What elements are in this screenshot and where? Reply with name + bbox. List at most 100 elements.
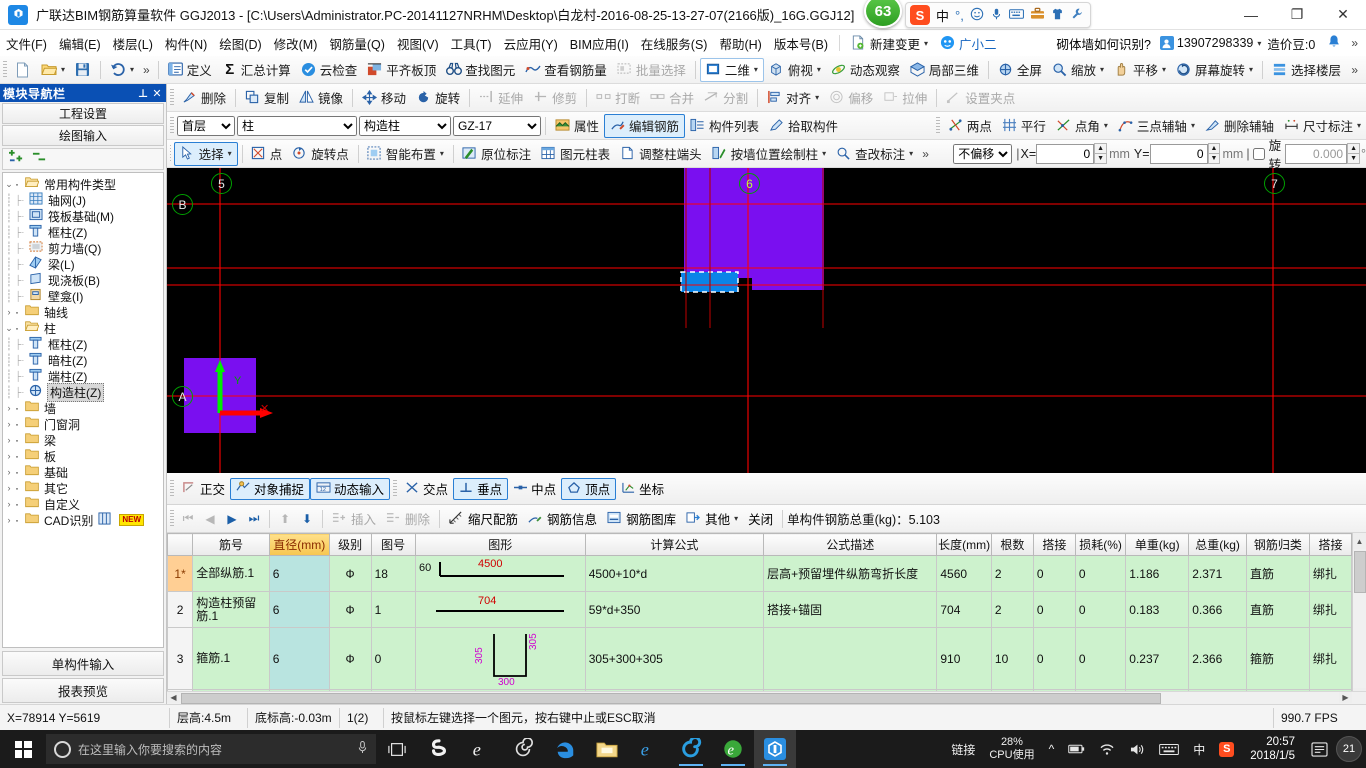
cell-shape-no[interactable]: 18 bbox=[370, 555, 416, 592]
tree-item-14[interactable]: › · 墙 bbox=[3, 400, 163, 416]
local-3d-button[interactable]: 局部三维 bbox=[905, 58, 984, 82]
scale-rebar-button[interactable]: 缩尺配筋 bbox=[444, 507, 523, 531]
toolbar-offset-grip[interactable] bbox=[935, 144, 937, 163]
rotate-point-button[interactable]: 旋转点 bbox=[287, 142, 354, 166]
table-row[interactable]: 3 箍筋.1 6 Ф 0 305 305 300 305+300+305 910 10 0 0 0.237… bbox=[167, 627, 1353, 690]
notification-bell-icon[interactable] bbox=[1321, 31, 1347, 55]
ie-icon-1[interactable]: e bbox=[460, 730, 502, 768]
th-total-weight[interactable]: 总重(kg) bbox=[1188, 533, 1247, 556]
cell-count[interactable]: 2 bbox=[990, 555, 1034, 592]
menu-online-service[interactable]: 在线服务(S) bbox=[635, 31, 714, 56]
spiral-icon[interactable] bbox=[502, 730, 544, 768]
top-view-chevron-down-icon[interactable]: ▾ bbox=[817, 65, 821, 74]
zoom-chevron-down-icon[interactable]: ▾ bbox=[1100, 65, 1104, 74]
minimize-button[interactable]: — bbox=[1228, 0, 1274, 30]
th-lap-type[interactable]: 搭接 bbox=[1308, 533, 1353, 556]
expand-all-icon[interactable] bbox=[8, 150, 25, 168]
tree-expander-icon[interactable]: ⌄ bbox=[3, 179, 15, 190]
th-shape-no[interactable]: 图号 bbox=[370, 533, 416, 556]
snap-ortho-button[interactable]: 正交 bbox=[177, 478, 230, 500]
draw-by-wall-chevron-down-icon[interactable]: ▾ bbox=[822, 149, 826, 158]
close-button[interactable]: ✕ bbox=[1320, 0, 1366, 30]
table-row[interactable]: 1* 全部纵筋.1 6 Ф 18 60 4500 4500+10*d 层高+预留埋件纵筋弯折长度… bbox=[167, 555, 1353, 592]
toolbar4-overflow-icon[interactable]: » bbox=[918, 147, 933, 161]
tree-item-8[interactable]: › · 轴线 bbox=[3, 304, 163, 320]
rotate-checkbox[interactable] bbox=[1252, 147, 1265, 160]
cell-loss[interactable]: 0 bbox=[1074, 591, 1127, 628]
snap-coordinate-button[interactable]: 坐标 bbox=[616, 478, 669, 500]
cell-diameter[interactable]: 6 bbox=[268, 555, 330, 592]
toolbar-modify-grip[interactable] bbox=[170, 88, 174, 107]
user-account[interactable]: 13907298339 ▾ bbox=[1159, 36, 1261, 50]
edit-rebar-button[interactable]: 编辑钢筋 bbox=[604, 113, 686, 138]
menu-cloud-app[interactable]: 云应用(Y) bbox=[498, 31, 564, 56]
tree-expander-icon[interactable]: › bbox=[3, 451, 15, 461]
cell-unit-weight[interactable]: 1.186 bbox=[1125, 555, 1190, 592]
cell-grade[interactable]: Ф bbox=[328, 627, 372, 690]
toolbar-component-grip[interactable] bbox=[170, 116, 174, 135]
nav-first-button[interactable]: ⏮ bbox=[177, 508, 199, 530]
cell-unit-weight[interactable]: 0.237 bbox=[1125, 627, 1190, 690]
menu-bim-app[interactable]: BIM应用(I) bbox=[564, 31, 635, 56]
rebar-library-button[interactable]: 钢筋图库 bbox=[602, 507, 681, 531]
cell-rebar-name[interactable]: 构造柱预留筋.1 bbox=[192, 591, 270, 628]
ie-icon-2[interactable]: e bbox=[628, 730, 670, 768]
cell-shape-no[interactable]: 1 bbox=[370, 591, 416, 628]
cell-count[interactable]: 2 bbox=[990, 591, 1034, 628]
cell-lap-type[interactable]: 绑扎 bbox=[1308, 627, 1353, 690]
dynamic-orbit-button[interactable]: 动态观察 bbox=[826, 58, 905, 82]
menu-file[interactable]: 文件(F) bbox=[0, 31, 53, 56]
property-button[interactable]: 属性 bbox=[550, 114, 604, 138]
report-preview-button[interactable]: 报表预览 bbox=[2, 678, 164, 703]
merge-button[interactable]: 合并 bbox=[645, 86, 699, 110]
select-tool-button[interactable]: 选择 ▾ bbox=[173, 141, 238, 166]
ime-keyboard-icon[interactable] bbox=[1008, 8, 1024, 23]
draw-column-by-wall-button[interactable]: 按墙位置绘制柱 ▾ bbox=[707, 142, 832, 166]
tree-item-18[interactable]: › · 基础 bbox=[3, 464, 163, 480]
toolbar-draw-grip[interactable] bbox=[170, 144, 171, 163]
ime-toolbox-icon[interactable] bbox=[1030, 7, 1045, 23]
y-input[interactable] bbox=[1149, 143, 1208, 164]
th-lap[interactable]: 搭接 bbox=[1032, 533, 1076, 556]
pick-component-button[interactable]: 拾取构件 bbox=[764, 114, 843, 138]
zoom-button[interactable]: 缩放 ▾ bbox=[1047, 58, 1109, 82]
th-length[interactable]: 长度(mm) bbox=[936, 533, 992, 556]
th-rebar-no[interactable]: 筋号 bbox=[192, 533, 270, 556]
chevron-down-icon[interactable]: ▾ bbox=[924, 39, 928, 48]
battery-icon[interactable] bbox=[1062, 730, 1091, 768]
cell-lap[interactable]: 0 bbox=[1032, 591, 1076, 628]
th-shape[interactable]: 图形 bbox=[414, 533, 586, 556]
tree-item-9[interactable]: ⌄ · 柱 bbox=[3, 320, 163, 336]
th-grade[interactable]: 级别 bbox=[328, 533, 372, 556]
floor-select[interactable]: 首层 bbox=[177, 115, 235, 136]
cell-formula-desc[interactable]: 搭接+锚固 bbox=[763, 591, 938, 628]
undo-button[interactable]: ▾ bbox=[105, 58, 139, 82]
toolbar-offset-grip2[interactable] bbox=[949, 144, 951, 163]
cell-row-number[interactable]: 1* bbox=[167, 555, 194, 592]
tree-expander-icon[interactable]: › bbox=[3, 515, 15, 525]
y-spinner[interactable]: ▲ ▼ bbox=[1207, 143, 1221, 164]
snap-dynamic-input-button[interactable]: 12 动态输入 bbox=[310, 477, 391, 500]
tree-item-19[interactable]: › · 其它 bbox=[3, 480, 163, 496]
snapbar-grip[interactable] bbox=[170, 479, 174, 498]
align-button[interactable]: 对齐 ▾ bbox=[762, 86, 824, 110]
adjust-column-end-button[interactable]: 调整柱端头 bbox=[615, 142, 707, 166]
tree-item-17[interactable]: › · 板 bbox=[3, 448, 163, 464]
maximize-button[interactable]: ❐ bbox=[1274, 0, 1320, 30]
nav-next-button[interactable]: ▶ bbox=[221, 508, 243, 530]
offset-button[interactable]: 偏移 bbox=[824, 86, 878, 110]
align-slab-top-button[interactable]: 平齐板顶 bbox=[362, 58, 441, 82]
toolbar-axis-grip[interactable] bbox=[935, 116, 940, 135]
component-tree[interactable]: ⌄ · 常用构件类型 ┊ ├· 轴网(J) ┊ ├· 筏板基础(M) ┊ ├· 框柱(Z) ┊ ├· 剪力墙… bbox=[2, 172, 164, 648]
cell-lap[interactable]: 0 bbox=[1032, 555, 1076, 592]
cell-grade[interactable]: Ф bbox=[328, 591, 372, 628]
table-vertical-scrollbar[interactable]: ▲ ▼ bbox=[1352, 533, 1366, 704]
project-settings-button[interactable]: 工程设置 bbox=[2, 103, 164, 124]
delete-button[interactable]: 删除 bbox=[177, 86, 231, 110]
dimension-button[interactable]: 尺寸标注 ▾ bbox=[1279, 114, 1366, 138]
tree-item-2[interactable]: ┊ ├· 筏板基础(M) bbox=[3, 208, 163, 224]
cell-length[interactable]: 4560 bbox=[936, 555, 992, 592]
browser-360-icon[interactable] bbox=[670, 730, 712, 768]
tree-expander-icon[interactable]: › bbox=[3, 419, 15, 429]
mic-icon[interactable] bbox=[357, 740, 368, 758]
